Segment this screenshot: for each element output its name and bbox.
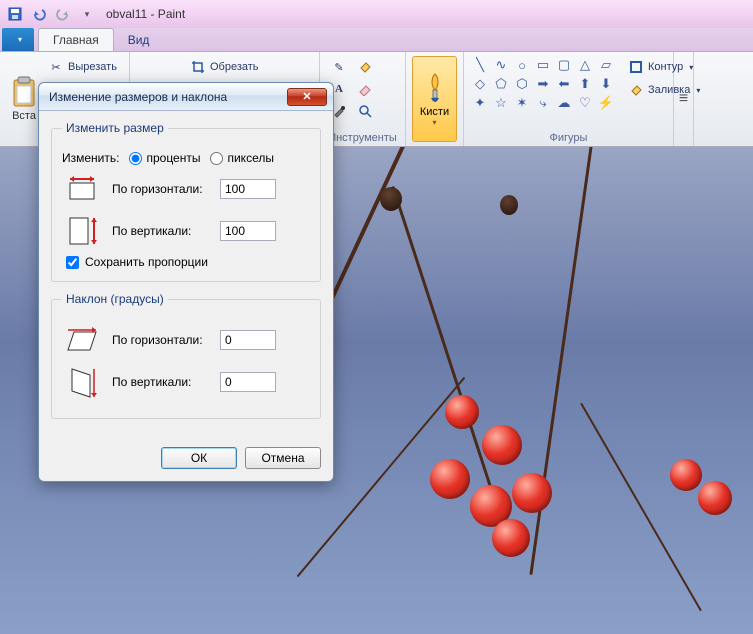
resize-vertical-input[interactable] — [220, 221, 276, 241]
resize-horizontal-input[interactable] — [220, 179, 276, 199]
shape-rarrow-icon[interactable]: ➡ — [533, 75, 553, 93]
resize-skew-dialog: Изменение размеров и наклона ✕ Изменить … — [38, 82, 334, 482]
keep-ratio-checkbox[interactable]: Сохранить пропорции — [66, 255, 310, 269]
skew-fieldset: Наклон (градусы) По горизонтали: По верт… — [51, 292, 321, 419]
shape-polygon-icon[interactable]: △ — [575, 56, 595, 74]
radio-pixels-input[interactable] — [210, 152, 223, 165]
outline-icon — [628, 59, 644, 75]
resize-by-label: Изменить: — [62, 151, 119, 165]
bucket-icon — [628, 82, 644, 98]
shape-triangle-icon[interactable]: ▱ — [596, 56, 616, 74]
radio-pixels[interactable]: пикселы — [210, 151, 274, 165]
eraser-icon[interactable] — [352, 78, 378, 100]
shape-roundrect-icon[interactable]: ▢ — [554, 56, 574, 74]
shape-uarrow-icon[interactable]: ⬆ — [575, 75, 595, 93]
brushes-label: Кисти — [420, 106, 449, 118]
radio-percent-input[interactable] — [129, 152, 142, 165]
radio-percent[interactable]: проценты — [129, 151, 200, 165]
brushes-button[interactable]: Кисти — [412, 56, 457, 142]
skew-vertical-input[interactable] — [220, 372, 276, 392]
cancel-button[interactable]: Отмена — [245, 447, 321, 469]
pencil-icon[interactable]: ✎ — [326, 56, 352, 78]
cut-button[interactable]: ✂Вырезать — [44, 56, 131, 78]
paste-label: Вста — [12, 110, 36, 122]
title-bar: ▾ obval11 - Paint — [0, 0, 753, 28]
qat-customize-icon[interactable]: ▾ — [76, 3, 98, 25]
ok-button[interactable]: ОК — [161, 447, 237, 469]
skew-v-label: По вертикали: — [112, 375, 210, 389]
skew-h-label: По горизонтали: — [112, 333, 210, 347]
shape-diamond-icon[interactable]: ◇ — [470, 75, 490, 93]
shape-line-icon[interactable]: ╲ — [470, 56, 490, 74]
shape-star5-icon[interactable]: ☆ — [491, 94, 511, 112]
dialog-title: Изменение размеров и наклона — [49, 90, 287, 104]
shape-hexagon-icon[interactable]: ⬡ — [512, 75, 532, 93]
group-shapes: ╲∿○▭▢△▱ ◇⬠⬡➡⬅⬆⬇ ✦☆✶⤷☁♡⚡ Контур▾ Заливка▾… — [464, 52, 674, 146]
quick-access-toolbar: ▾ — [4, 3, 98, 25]
shapes-label: Фигуры — [470, 130, 667, 144]
shape-cloud-icon[interactable]: ☁ — [554, 94, 574, 112]
shape-larrow-icon[interactable]: ⬅ — [554, 75, 574, 93]
tab-view[interactable]: Вид — [114, 28, 164, 51]
skew-horizontal-input[interactable] — [220, 330, 276, 350]
clipboard-icon — [8, 76, 40, 108]
dialog-close-button[interactable]: ✕ — [287, 88, 327, 106]
horizontal-label: По горизонтали: — [112, 182, 210, 196]
shapes-gallery[interactable]: ╲∿○▭▢△▱ ◇⬠⬡➡⬅⬆⬇ ✦☆✶⤷☁♡⚡ — [470, 56, 616, 130]
shape-rect-icon[interactable]: ▭ — [533, 56, 553, 74]
undo-icon[interactable] — [28, 3, 50, 25]
window-title: obval11 - Paint — [106, 7, 185, 21]
resize-legend: Изменить размер — [62, 121, 168, 135]
skew-legend: Наклон (градусы) — [62, 292, 168, 306]
brush-icon — [421, 72, 449, 106]
dialog-titlebar[interactable]: Изменение размеров и наклона ✕ — [39, 83, 333, 111]
shape-oval-icon[interactable]: ○ — [512, 56, 532, 74]
shape-star6-icon[interactable]: ✶ — [512, 94, 532, 112]
resize-fieldset: Изменить размер Изменить: проценты пиксе… — [51, 121, 321, 282]
shape-star4-icon[interactable]: ✦ — [470, 94, 490, 112]
shape-curve-icon[interactable]: ∿ — [491, 56, 511, 74]
tab-main[interactable]: Главная — [38, 28, 114, 51]
shape-callout-icon[interactable]: ⤷ — [533, 94, 553, 112]
save-icon[interactable] — [4, 3, 26, 25]
fill-icon[interactable] — [352, 56, 378, 78]
group-more: ≡ — [674, 52, 694, 146]
skew-horizontal-icon — [62, 322, 102, 358]
shape-darrow-icon[interactable]: ⬇ — [596, 75, 616, 93]
skew-vertical-icon — [62, 364, 102, 400]
shape-bolt-icon[interactable]: ⚡ — [596, 94, 616, 112]
crop-button[interactable]: Обрезать — [186, 56, 304, 78]
group-brushes: Кисти — [406, 52, 464, 146]
shape-pentagon-icon[interactable]: ⬠ — [491, 75, 511, 93]
crop-icon — [190, 59, 206, 75]
redo-icon[interactable] — [52, 3, 74, 25]
ribbon-tabs: Главная Вид — [0, 28, 753, 52]
tools-label: Инструменты — [326, 130, 399, 144]
close-icon: ✕ — [302, 90, 311, 103]
file-menu-button[interactable] — [2, 28, 34, 51]
keep-ratio-input[interactable] — [66, 256, 79, 269]
paste-button[interactable]: Вста — [6, 56, 42, 142]
magnifier-icon[interactable] — [352, 100, 378, 122]
resize-vertical-icon — [62, 213, 102, 249]
shape-heart-icon[interactable]: ♡ — [575, 94, 595, 112]
vertical-label: По вертикали: — [112, 224, 210, 238]
resize-horizontal-icon — [62, 171, 102, 207]
scissors-icon: ✂ — [48, 59, 64, 75]
